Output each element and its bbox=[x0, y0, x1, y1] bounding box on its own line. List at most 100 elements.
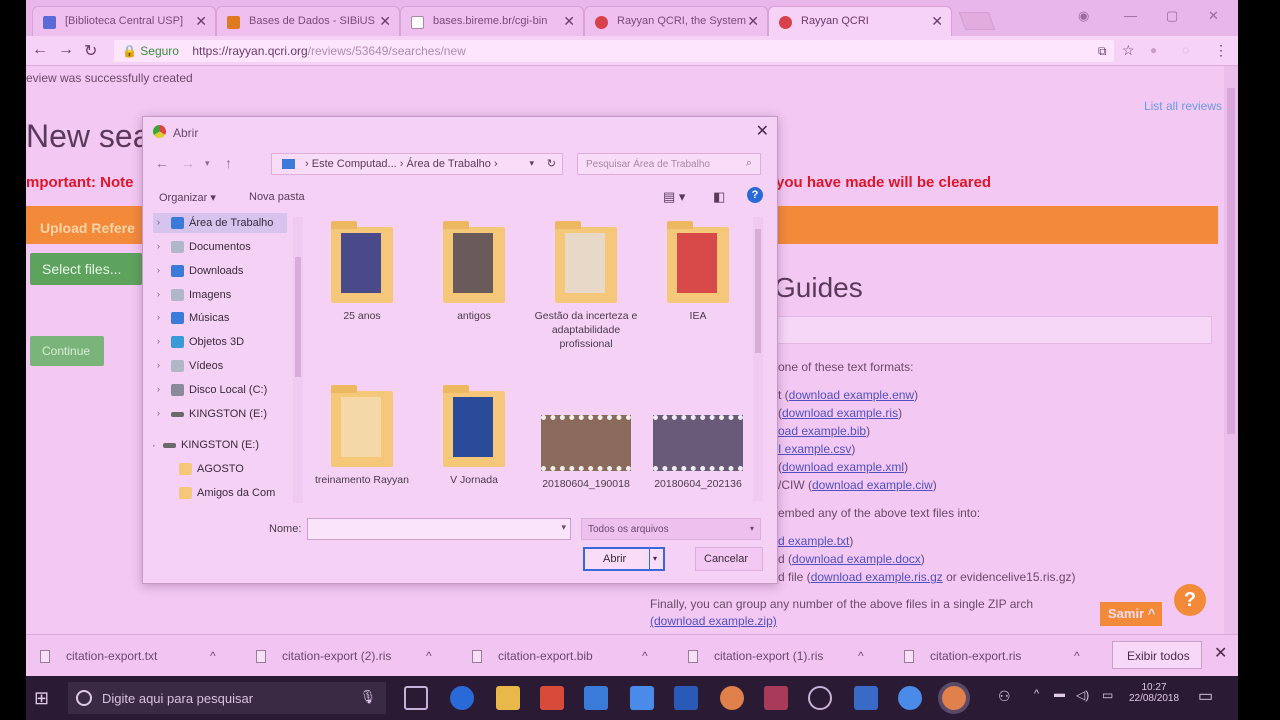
url-field[interactable]: 🔒 Seguro https://rayyan.qcri.org/reviews… bbox=[114, 40, 1114, 62]
people-icon[interactable]: ⚇ bbox=[998, 688, 1011, 705]
reload-icon[interactable]: ↻ bbox=[84, 41, 97, 61]
forward-icon[interactable]: → bbox=[58, 41, 74, 59]
download-zip-link[interactable]: (download example.zip) bbox=[650, 614, 777, 628]
folder-item[interactable]: Gestão da incerteza e adaptabilidade pro… bbox=[531, 221, 641, 351]
new-tab-button[interactable] bbox=[958, 12, 996, 30]
download-example-link[interactable]: download example.enw bbox=[789, 388, 914, 402]
close-tab-icon[interactable]: ✕ bbox=[931, 13, 943, 30]
download-example-link[interactable]: download example.docx bbox=[792, 552, 921, 566]
clock[interactable]: 10:27 22/08/2018 bbox=[1126, 682, 1182, 704]
chevron-down-icon[interactable]: ▾ bbox=[205, 158, 210, 169]
scrollbar-thumb[interactable] bbox=[295, 257, 301, 377]
bookmark-star-icon[interactable]: ☆ bbox=[1122, 42, 1135, 59]
page-scrollbar[interactable] bbox=[1224, 66, 1238, 634]
video-file-item[interactable]: 20180604_202136 bbox=[643, 415, 753, 491]
back-icon[interactable]: ← bbox=[32, 41, 48, 59]
close-tab-icon[interactable]: ✕ bbox=[563, 13, 575, 30]
windows-start-icon[interactable]: ⊞ bbox=[34, 688, 49, 709]
tab-rayyan-system[interactable]: Rayyan QCRI, the System ✕ bbox=[584, 6, 768, 36]
close-tab-icon[interactable]: ✕ bbox=[195, 13, 207, 30]
video-file-item[interactable]: 20180604_190018 bbox=[531, 415, 641, 491]
settings-icon[interactable] bbox=[808, 686, 832, 710]
tree-item-desktop[interactable]: › Área de Trabalho bbox=[153, 213, 287, 233]
back-icon[interactable]: ← bbox=[155, 155, 169, 171]
tree-item-kingston-expanded[interactable]: ⌄KINGSTON (E:) bbox=[153, 435, 279, 455]
chevron-up-icon[interactable]: ^ bbox=[1074, 649, 1080, 663]
show-all-downloads-button[interactable]: Exibir todos bbox=[1112, 641, 1202, 669]
help-button[interactable]: ? bbox=[1174, 584, 1206, 616]
folder-item[interactable]: 25 anos bbox=[307, 221, 417, 323]
user-chat-button[interactable]: Samir ^ bbox=[1100, 602, 1162, 626]
download-example-link[interactable]: download example.ris.gz bbox=[811, 570, 943, 584]
store-icon[interactable] bbox=[584, 686, 608, 710]
up-icon[interactable]: ↑ bbox=[225, 155, 232, 171]
calculator-icon[interactable] bbox=[854, 686, 878, 710]
tab-biblioteca[interactable]: [Biblioteca Central USP] ✕ bbox=[32, 6, 216, 36]
chrome-icon[interactable] bbox=[720, 686, 744, 710]
download-example-link[interactable]: download example.ciw bbox=[812, 478, 933, 492]
folder-item-hovered[interactable]: IEA bbox=[643, 221, 753, 323]
download-item[interactable]: citation-export.bib ^ bbox=[472, 649, 672, 664]
scrollbar-thumb[interactable] bbox=[1227, 88, 1235, 434]
teamviewer-icon[interactable] bbox=[898, 686, 922, 710]
notifications-icon[interactable]: ▭ bbox=[1198, 686, 1213, 706]
close-icon[interactable]: ✕ bbox=[1214, 643, 1227, 663]
help-icon[interactable]: ? bbox=[747, 187, 763, 203]
tree-item-3d-objects[interactable]: › Objetos 3D bbox=[153, 332, 287, 352]
tree-item-amigos[interactable]: Amigos da Com bbox=[161, 483, 289, 503]
download-example-link[interactable]: d example.txt bbox=[778, 534, 849, 548]
tree-item-downloads[interactable]: › Downloads bbox=[153, 261, 287, 281]
list-all-reviews-link[interactable]: List all reviews bbox=[1144, 99, 1222, 113]
folder-item[interactable]: V Jornada bbox=[419, 385, 529, 487]
file-list-scrollbar[interactable] bbox=[753, 217, 763, 501]
edge-icon[interactable] bbox=[450, 686, 474, 710]
dialog-search-input[interactable]: Pesquisar Área de Trabalho ⌕ bbox=[577, 153, 761, 175]
defender-icon[interactable] bbox=[630, 686, 654, 710]
tree-item-kingston[interactable]: › KINGSTON (E:) bbox=[153, 404, 287, 424]
chrome-active-icon[interactable] bbox=[942, 686, 966, 710]
minimize-icon[interactable]: — bbox=[1124, 8, 1137, 23]
battery-icon[interactable]: ▭ bbox=[1102, 688, 1113, 702]
folder-item[interactable]: antigos bbox=[419, 221, 529, 323]
chevron-up-icon[interactable]: ^ bbox=[426, 649, 432, 663]
app-icon[interactable] bbox=[764, 686, 788, 710]
breadcrumb-item[interactable]: Área de Trabalho bbox=[407, 158, 491, 170]
download-example-link[interactable]: download example.ris bbox=[782, 406, 898, 420]
chevron-up-icon[interactable]: ^ bbox=[210, 649, 216, 663]
tray-chevron-icon[interactable]: ^ bbox=[1034, 688, 1039, 700]
network-icon[interactable]: ▬ bbox=[1054, 688, 1065, 700]
breadcrumb[interactable]: › Este Computad... › Área de Trabalho › … bbox=[271, 153, 563, 175]
task-view-icon[interactable] bbox=[404, 686, 428, 710]
tab-bases-dados[interactable]: Bases de Dados - SIBiUS ✕ bbox=[216, 6, 400, 36]
tab-rayyan-qcri[interactable]: Rayyan QCRI ✕ bbox=[768, 6, 952, 36]
download-item[interactable]: citation-export (1).ris ^ bbox=[688, 649, 888, 664]
extension-icon[interactable]: ◌ bbox=[1182, 43, 1189, 57]
download-item[interactable]: citation-export (2).ris ^ bbox=[256, 649, 456, 664]
view-options-icon[interactable]: ▤ ▾ bbox=[663, 189, 685, 205]
tree-item-images[interactable]: › Imagens bbox=[153, 285, 287, 305]
chevron-down-icon[interactable]: ▾ bbox=[649, 549, 663, 569]
close-tab-icon[interactable]: ✕ bbox=[747, 13, 759, 30]
profile-icon[interactable]: ◉ bbox=[1078, 8, 1089, 24]
chevron-down-icon[interactable]: ▾ bbox=[529, 158, 534, 169]
filename-input[interactable]: ▾ bbox=[307, 518, 571, 540]
forward-icon[interactable]: → bbox=[181, 155, 195, 171]
cancel-button[interactable]: Cancelar bbox=[695, 547, 763, 571]
extension-icon[interactable]: ● bbox=[1150, 43, 1157, 57]
translate-icon[interactable]: ⧉ bbox=[1098, 44, 1107, 59]
refresh-icon[interactable]: ↻ bbox=[547, 157, 556, 170]
tree-scrollbar[interactable] bbox=[293, 217, 303, 503]
microphone-icon[interactable]: 🎙 bbox=[359, 689, 376, 705]
continue-button[interactable]: Continue bbox=[30, 336, 104, 366]
organize-button[interactable]: Organizar ▾ bbox=[159, 191, 216, 204]
taskbar-search[interactable]: Digite aqui para pesquisar 🎙 bbox=[68, 682, 386, 714]
download-example-link[interactable]: I example.csv bbox=[778, 442, 851, 456]
chevron-up-icon[interactable]: ^ bbox=[642, 649, 648, 663]
chevron-down-icon[interactable]: ▾ bbox=[561, 522, 566, 533]
download-item[interactable]: citation-export.txt ^ bbox=[40, 649, 240, 664]
powerpoint-icon[interactable] bbox=[540, 686, 564, 710]
select-files-button[interactable]: Select files... bbox=[30, 253, 142, 285]
close-tab-icon[interactable]: ✕ bbox=[379, 13, 391, 30]
open-button[interactable]: Abrir ▾ bbox=[583, 547, 665, 571]
download-example-link[interactable]: download example.xml bbox=[782, 460, 904, 474]
